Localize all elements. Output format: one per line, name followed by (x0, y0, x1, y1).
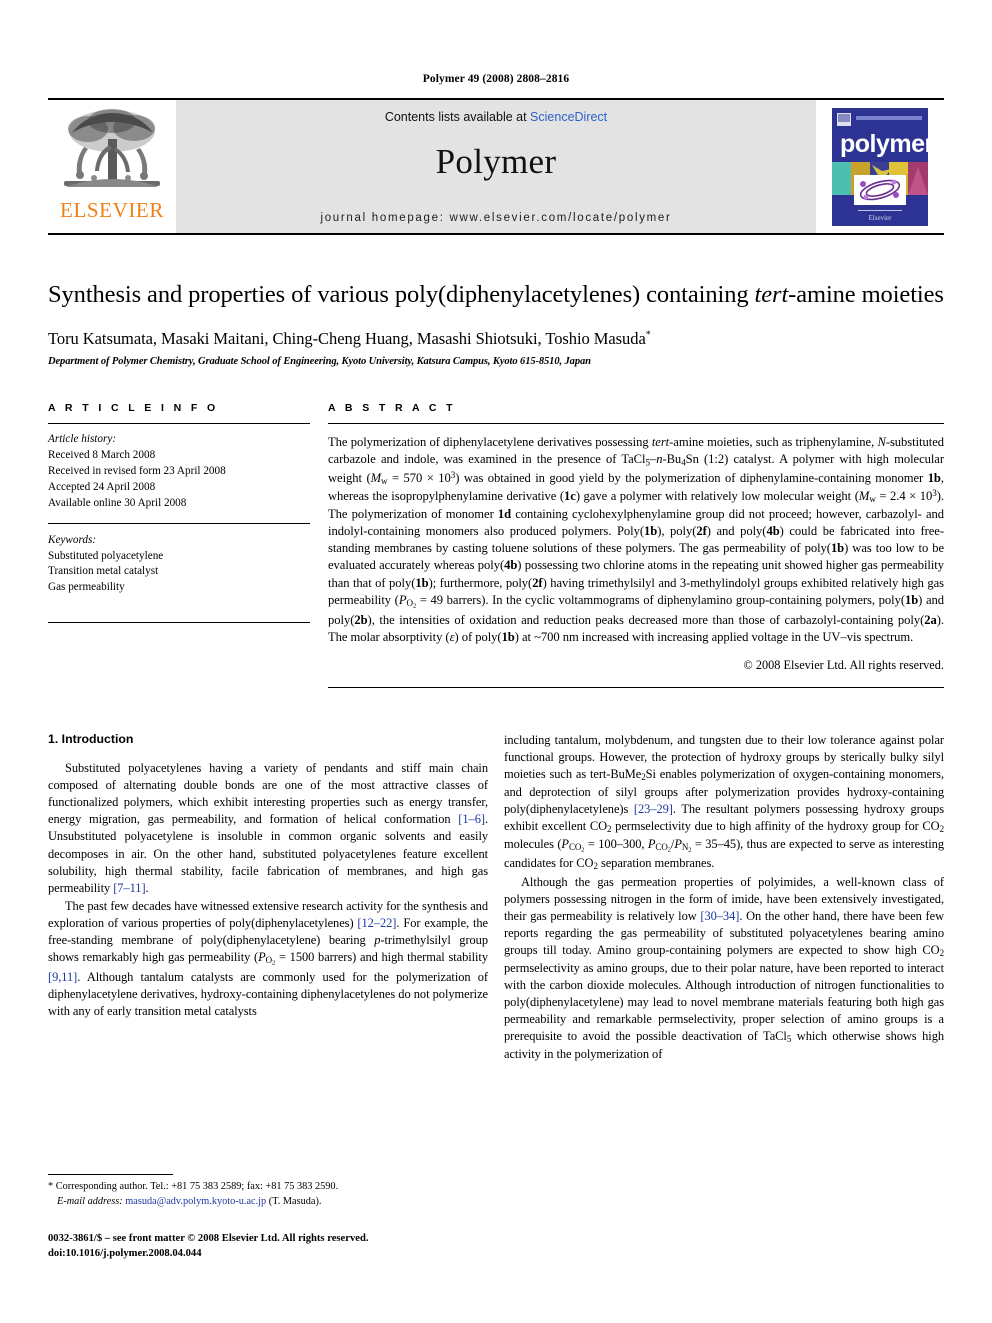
abstract-bottom-rule (328, 686, 944, 688)
history-item-received: Received 8 March 2008 (48, 449, 156, 462)
abstract-column: A B S T R A C T The polymerization of di… (328, 402, 944, 688)
journal-masthead: ELSEVIER Contents lists available at Sci… (48, 98, 944, 235)
article-info-column: A R T I C L E I N F O Article history: R… (48, 402, 310, 688)
paragraph: Although the gas permeation properties o… (504, 874, 945, 1061)
keyword-item: Gas permeability (48, 581, 125, 594)
history-item-accepted: Accepted 24 April 2008 (48, 480, 156, 493)
section-heading-introduction: 1. Introduction (48, 731, 134, 746)
paragraph: including tantalum, molybdenum, and tung… (504, 732, 945, 872)
abstract-copyright: © 2008 Elsevier Ltd. All rights reserved… (743, 657, 944, 672)
article-history-label: Article history: (48, 433, 117, 446)
corresponding-author-marker: * (645, 329, 651, 341)
email-link[interactable]: masuda@adv.polym.kyoto-u.ac.jp (125, 1196, 266, 1207)
paragraph: Substituted polyacetylenes having a vari… (48, 760, 488, 895)
footnote-area: * Corresponding author. Tel.: +81 75 383… (48, 1174, 488, 1209)
masthead-center-band: Contents lists available at ScienceDirec… (176, 100, 816, 233)
footnote-rule (48, 1174, 173, 1175)
author-affiliation: Department of Polymer Chemistry, Graduat… (48, 356, 591, 368)
contents-available-line: Contents lists available at ScienceDirec… (385, 110, 607, 124)
body-columns: 1. Introduction Substituted polyacetylen… (48, 732, 944, 1063)
author-list: Toru Katsumata, Masaki Maitani, Ching-Ch… (48, 329, 944, 349)
journal-cover-image: polymer Elsevier (828, 104, 932, 229)
journal-homepage-link[interactable]: journal homepage: www.elsevier.com/locat… (320, 212, 671, 224)
imprint-doi-line: doi:10.1016/j.polymer.2008.04.044 (48, 1247, 202, 1259)
keywords-block: Keywords: Substituted polyacetylene Tran… (48, 533, 310, 597)
elsevier-logo: ELSEVIER (48, 100, 176, 233)
journal-title: Polymer (435, 142, 557, 181)
running-head: Polymer 49 (2008) 2808–2816 (422, 73, 570, 85)
email-label: E-mail address: (57, 1195, 123, 1207)
elsevier-tree-icon (64, 109, 160, 187)
keywords-label: Keywords: (48, 533, 97, 546)
page-title: Synthesis and properties of various poly… (48, 279, 944, 310)
body-column-right: including tantalum, molybdenum, and tung… (504, 732, 944, 1063)
body-column-left: 1. Introduction Substituted polyacetylen… (48, 732, 488, 1063)
info-abstract-region: A R T I C L E I N F O Article history: R… (48, 402, 944, 688)
abstract-heading: A B S T R A C T (328, 402, 456, 415)
elsevier-wordmark: ELSEVIER (60, 198, 164, 222)
journal-cover-thumbnail: polymer Elsevier (816, 100, 944, 233)
paragraph: The past few decades have witnessed exte… (48, 898, 488, 1019)
article-info-middle-rule (48, 522, 310, 524)
journal-article-page: Polymer 49 (2008) 2808–2816 ELSEVIER Con… (0, 0, 992, 1323)
title-text-part1: Synthesis and properties of various poly… (48, 281, 755, 308)
keyword-item: Substituted polyacetylene (48, 549, 164, 562)
author-names: Toru Katsumata, Masaki Maitani, Ching-Ch… (48, 329, 646, 349)
title-text-part2: -amine moieties (788, 281, 944, 308)
abstract-text: The polymerization of diphenylacetylene … (328, 435, 945, 644)
abstract-top-rule (328, 423, 944, 425)
corresponding-author-text: Corresponding author. Tel.: +81 75 383 2… (55, 1181, 339, 1192)
svg-text:Elsevier: Elsevier (869, 214, 893, 222)
title-block: Synthesis and properties of various poly… (48, 279, 944, 367)
article-info-top-rule (48, 423, 310, 425)
contents-prefix-text: Contents lists available at (384, 110, 531, 124)
history-item-revised: Received in revised form 23 April 2008 (48, 464, 226, 477)
keyword-item: Transition metal catalyst (48, 565, 159, 578)
body-column-gap (488, 732, 504, 1063)
article-history-block: Article history: Received 8 March 2008 R… (48, 432, 310, 512)
title-text-italic: tert (754, 281, 789, 308)
article-info-heading: A R T I C L E I N F O (48, 402, 219, 415)
sciencedirect-link[interactable]: ScienceDirect (530, 110, 607, 124)
imprint-issn-line: 0032-3861/$ – see front matter © 2008 El… (48, 1233, 369, 1244)
footnote-marker: * (48, 1181, 54, 1192)
email-owner: (T. Masuda). (268, 1195, 322, 1207)
corresponding-author-note: * Corresponding author. Tel.: +81 75 383… (48, 1180, 488, 1209)
history-item-online: Available online 30 April 2008 (48, 496, 187, 509)
svg-text:polymer: polymer (840, 130, 932, 158)
article-info-bottom-rule (48, 622, 310, 624)
column-gap (310, 402, 328, 688)
imprint-block: 0032-3861/$ – see front matter © 2008 El… (48, 1232, 518, 1262)
